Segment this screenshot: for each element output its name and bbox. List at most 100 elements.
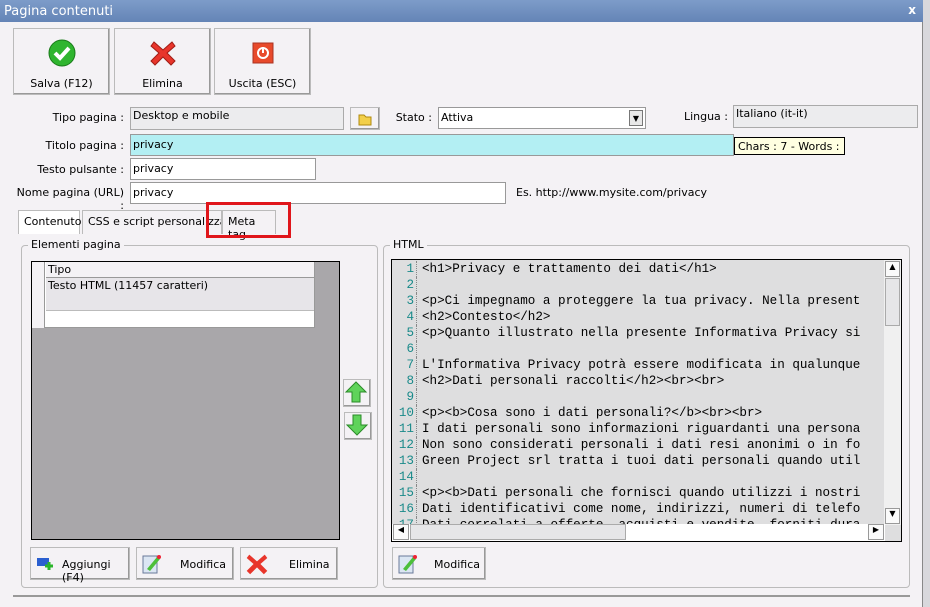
delete-label: Elimina: [289, 558, 330, 571]
line-number: 16: [392, 501, 417, 517]
line-number: 4: [392, 309, 417, 325]
vertical-scroll-thumb[interactable]: [885, 278, 900, 326]
folder-icon: [358, 114, 372, 126]
line-number: 5: [392, 325, 417, 341]
line-number: 3: [392, 293, 417, 309]
code-line: 9: [392, 389, 885, 405]
horizontal-scroll-thumb[interactable]: [410, 524, 626, 540]
grid-table: Tipo Testo HTML (11457 caratteri): [32, 262, 315, 328]
line-number: 6: [392, 341, 417, 357]
testo-input[interactable]: privacy: [130, 158, 316, 180]
tipo-label: Tipo pagina :: [52, 111, 124, 124]
exit-button[interactable]: Uscita (ESC): [214, 28, 311, 95]
line-number: 2: [392, 277, 417, 293]
code-text: Non sono considerati personali i dati re…: [422, 438, 861, 452]
add-icon: [37, 558, 53, 570]
code-line: 2: [392, 277, 885, 293]
titolo-input[interactable]: privacy: [130, 134, 734, 156]
code-text: I dati personali sono informazioni rigua…: [422, 422, 861, 436]
title-bar: Pagina contenuti: [0, 0, 923, 22]
code-text: <p><b>Cosa sono i dati personali?</b><br…: [422, 406, 763, 420]
divider: [13, 595, 910, 597]
code-text: Green Project srl tratta i tuoi dati per…: [422, 454, 861, 468]
vertical-scrollbar[interactable]: ▲ ▼: [884, 260, 901, 525]
code-text: <p>Quanto illustrato nella presente Info…: [422, 326, 861, 340]
move-down-button[interactable]: [344, 412, 372, 440]
x-icon: [150, 41, 176, 66]
edit-label: Modifica: [180, 558, 226, 571]
folder-button[interactable]: [350, 107, 380, 130]
save-label: Salva (F12): [30, 77, 93, 90]
edit-html-button[interactable]: Modifica: [392, 547, 486, 580]
code-text: <h1>Privacy e trattamento dei dati</h1>: [422, 262, 717, 276]
url-hint: Es. http://www.mysite.com/privacy: [516, 186, 708, 199]
nome-label: Nome pagina (URL) :: [16, 186, 124, 212]
scroll-left-icon[interactable]: ◀: [393, 524, 409, 540]
delete-label: Elimina: [142, 77, 183, 90]
scroll-down-icon[interactable]: ▼: [885, 508, 900, 524]
nome-input[interactable]: privacy: [130, 182, 506, 204]
code-text: L'Informativa Privacy potrà essere modif…: [422, 358, 861, 372]
chevron-down-icon[interactable]: ▼: [629, 110, 643, 126]
edit-icon: [142, 555, 161, 574]
stato-value: Attiva: [441, 111, 474, 124]
line-number: 14: [392, 469, 417, 485]
line-number: 8: [392, 373, 417, 389]
scroll-right-icon[interactable]: ▶: [868, 524, 884, 540]
window: Pagina contenuti x Salva (F12) Elimina U…: [0, 0, 923, 607]
add-label: Aggiungi (F4): [62, 558, 111, 584]
close-button[interactable]: x: [908, 3, 916, 17]
arrow-up-icon: [344, 381, 368, 403]
delete-button[interactable]: Elimina: [114, 28, 211, 95]
stato-select[interactable]: Attiva ▼: [438, 107, 646, 129]
elementi-grid: Tipo Testo HTML (11457 caratteri): [31, 261, 340, 540]
code-text: <p>Ci impegnamo a proteggere la tua priv…: [422, 294, 861, 308]
titolo-label: Titolo pagina :: [45, 139, 124, 152]
highlight-box: [206, 202, 291, 238]
testo-label: Testo pulsante :: [37, 163, 124, 176]
code-line: 11 I dati personali sono informazioni rig…: [392, 421, 885, 437]
code-text: <h2>Contesto</h2>: [422, 310, 551, 324]
arrow-down-icon: [345, 414, 369, 436]
code-text: <p><b>Dati personali che fornisci quando…: [422, 486, 861, 500]
edit-icon: [398, 555, 417, 574]
exit-label: Uscita (ESC): [228, 77, 297, 90]
scroll-up-icon[interactable]: ▲: [885, 261, 900, 277]
line-number: 11: [392, 421, 417, 437]
edit-element-button[interactable]: Modifica: [136, 547, 234, 580]
tab-css-script[interactable]: CSS e script personalizzati: [82, 210, 222, 234]
stato-label: Stato :: [395, 111, 432, 124]
x-icon: [246, 554, 268, 575]
code-line: 14: [392, 469, 885, 485]
char-counter-tooltip: Chars : 7 - Words : 1: [734, 137, 845, 155]
code-text: <h2>Dati personali raccolti</h2><br><br>: [422, 374, 725, 388]
tab-contenuto[interactable]: Contenuto: [18, 210, 81, 234]
code-line: 5 <p>Quanto illustrato nella presente Inf…: [392, 325, 885, 341]
code-line: 13 Green Project srl tratta i tuoi dati p…: [392, 453, 885, 469]
code-line: 7 L'Informativa Privacy potrà essere modi…: [392, 357, 885, 373]
elementi-title: Elementi pagina: [28, 238, 124, 251]
lingua-label: Lingua :: [683, 110, 728, 123]
delete-element-button[interactable]: Elimina: [240, 547, 338, 580]
code-line: 8 <h2>Dati personali raccolti</h2><br><br…: [392, 373, 885, 389]
html-editor[interactable]: 1 <h1>Privacy e trattamento dei dati</h1>…: [391, 259, 902, 542]
line-number: 7: [392, 357, 417, 373]
code-line: 15 <p><b>Dati personali che fornisci quan…: [392, 485, 885, 501]
line-number: 13: [392, 453, 417, 469]
line-number: 1: [392, 261, 417, 277]
window-title: Pagina contenuti: [4, 4, 114, 19]
lingua-field[interactable]: Italiano (it-it): [733, 105, 918, 128]
save-button[interactable]: Salva (F12): [13, 28, 110, 95]
code-line: 16 Dati identificativi come nome, indiriz…: [392, 501, 885, 517]
add-button[interactable]: Aggiungi (F4): [30, 547, 130, 584]
table-row[interactable]: Testo HTML (11457 caratteri): [46, 278, 314, 311]
column-tipo[interactable]: Tipo: [46, 262, 314, 278]
horizontal-scrollbar[interactable]: ◀ ▶: [392, 524, 885, 541]
html-title: HTML: [390, 238, 427, 251]
code-line: 10 <p><b>Cosa sono i dati personali?</b><…: [392, 405, 885, 421]
move-up-button[interactable]: [343, 379, 371, 407]
line-number: 15: [392, 485, 417, 501]
code-line: 4 <h2>Contesto</h2>: [392, 309, 885, 325]
checkmark-icon: [48, 39, 76, 67]
tipo-field[interactable]: Desktop e mobile: [130, 107, 344, 130]
